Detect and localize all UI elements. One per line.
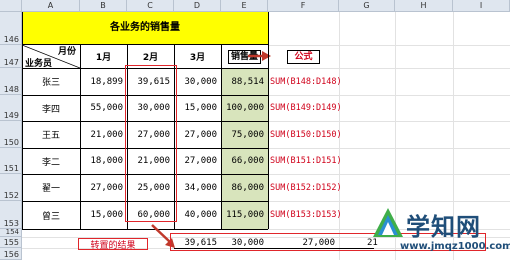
month-1-value[interactable]: 18,899 [80, 68, 127, 95]
header-month-3[interactable]: 3月 [174, 45, 221, 68]
sales-total-value[interactable]: 66,000 [221, 148, 268, 174]
column-header-f[interactable]: F [268, 0, 339, 12]
sales-total-value[interactable]: 100,000 [221, 95, 268, 121]
row-header-146[interactable]: 146 [0, 12, 22, 45]
sales-total-value[interactable]: 88,514 [221, 68, 268, 95]
salesperson-name[interactable]: 王五 [22, 121, 80, 148]
salesperson-name[interactable]: 李二 [22, 148, 80, 174]
row-header-152[interactable]: 152 [0, 174, 22, 201]
sales-total-value[interactable]: 86,000 [221, 174, 268, 201]
column-header-e[interactable]: E [221, 0, 268, 12]
column-c-highlight [125, 65, 177, 222]
month-1-value[interactable]: 55,000 [80, 95, 127, 121]
month-3-value[interactable]: 27,000 [174, 148, 221, 174]
month-3-value[interactable]: 40,000 [174, 201, 221, 229]
row-header-147[interactable]: 147 [0, 45, 22, 68]
month-1-value[interactable]: 18,000 [80, 148, 127, 174]
formula-cell[interactable]: SUM(B149:D149) [268, 95, 342, 121]
salesperson-name[interactable]: 翟一 [22, 174, 80, 201]
column-header-c[interactable]: C [127, 0, 174, 12]
watermark: 学知网 www.jmqz1000.com [372, 205, 510, 260]
spreadsheet: A B C D E F G H I 146 147 148 149 150 15… [0, 0, 510, 260]
month-3-value[interactable]: 30,000 [174, 68, 221, 95]
formula-cell[interactable]: SUM(B151:D151) [268, 148, 342, 174]
column-header-b[interactable]: B [80, 0, 127, 12]
column-header-i[interactable]: I [453, 0, 510, 12]
row-header-148[interactable]: 148 [0, 68, 22, 95]
column-header-a[interactable]: A [22, 0, 80, 12]
row-header-150[interactable]: 150 [0, 121, 22, 148]
month-3-value[interactable]: 34,000 [174, 174, 221, 201]
watermark-logo-icon [373, 208, 403, 237]
row-header-154[interactable]: 154 [0, 228, 22, 237]
month-3-value[interactable]: 15,000 [174, 95, 221, 121]
row-header-155[interactable]: 155 [0, 237, 22, 248]
column-header-g[interactable]: G [339, 0, 395, 12]
header-formula[interactable]: 公式 [268, 45, 339, 68]
formula-cell[interactable]: SUM(B153:D153) [268, 201, 342, 229]
sales-total-value[interactable]: 115,000 [221, 201, 268, 229]
transposed-label[interactable]: 转置的结果 [78, 238, 148, 251]
column-header-h[interactable]: H [395, 0, 453, 12]
watermark-url: www.jmqz1000.com [400, 241, 510, 252]
row-header-153[interactable]: 153 [0, 201, 22, 229]
header-formula-label: 公式 [287, 49, 320, 64]
table-title[interactable]: 各业务的销售量 [22, 12, 268, 45]
column-header-d[interactable]: D [174, 0, 221, 12]
month-1-value[interactable]: 21,000 [80, 121, 127, 148]
month-1-value[interactable]: 27,000 [80, 174, 127, 201]
row-header-156[interactable]: 156 [0, 248, 22, 260]
row-header-151[interactable]: 151 [0, 148, 22, 174]
corner-select-all[interactable] [0, 0, 22, 12]
month-3-value[interactable]: 27,000 [174, 121, 221, 148]
salesperson-name[interactable]: 张三 [22, 68, 80, 95]
salesperson-name[interactable]: 李四 [22, 95, 80, 121]
sales-total-value[interactable]: 75,000 [221, 121, 268, 148]
header-month-1[interactable]: 1月 [80, 45, 127, 68]
corner-header-staff[interactable]: 业务员 [22, 56, 62, 69]
row-header-149[interactable]: 149 [0, 95, 22, 121]
month-1-value[interactable]: 15,000 [80, 201, 127, 229]
formula-cell[interactable]: SUM(B152:D152) [268, 174, 342, 201]
watermark-name: 学知网 [406, 213, 481, 241]
formula-cell[interactable]: SUM(B150:D150) [268, 121, 342, 148]
formula-cell[interactable]: SUM(B148:D148) [268, 68, 342, 95]
salesperson-name[interactable]: 曾三 [22, 201, 80, 229]
